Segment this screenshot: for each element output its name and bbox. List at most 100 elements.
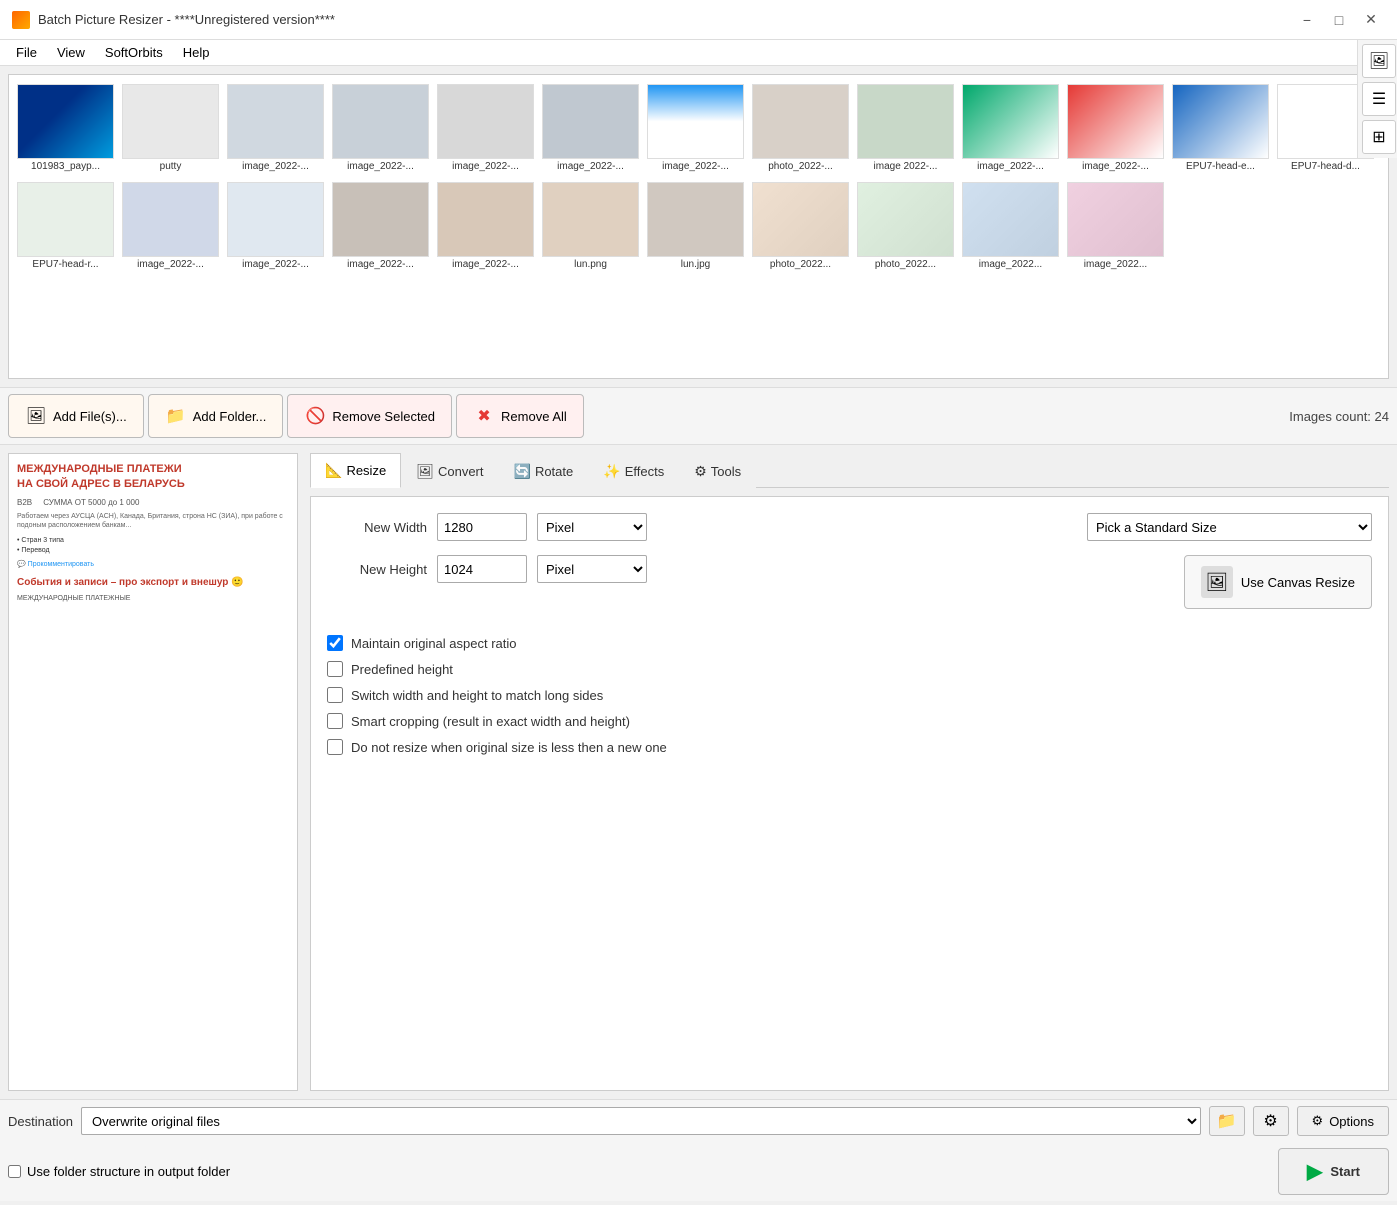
toolbar: 🖼 Add File(s)... 📁 Add Folder... 🚫 Remov… (0, 387, 1397, 445)
menu-help[interactable]: Help (175, 42, 218, 63)
tab-resize[interactable]: 📐 Resize (310, 453, 401, 488)
right-panel-list-btn[interactable]: ☰ (1362, 82, 1396, 116)
thumb-image-22 (962, 182, 1059, 257)
thumbnail-4[interactable]: image_2022-... (433, 79, 538, 177)
thumbnail-13[interactable]: EPU7-head-r... (13, 177, 118, 275)
thumb-image-20 (752, 182, 849, 257)
thumbnail-17[interactable]: image_2022-... (433, 177, 538, 275)
main-container: 101983_payp...puttyimage_2022-...image_2… (0, 66, 1397, 1201)
options-button[interactable]: ⚙ Options (1297, 1106, 1389, 1136)
thumbnail-5[interactable]: image_2022-... (538, 79, 643, 177)
remove-all-icon: ✖ (473, 405, 495, 427)
convert-tab-icon: 🖼 (416, 463, 434, 480)
remove-all-button[interactable]: ✖ Remove All (456, 394, 584, 438)
right-panel-images-btn[interactable]: 🖼 (1362, 44, 1396, 78)
switch-dimensions-checkbox[interactable] (327, 687, 343, 703)
left-fields: New Width Pixel Percent Inch New Height (327, 513, 647, 623)
thumbnail-16[interactable]: image_2022-... (328, 177, 433, 275)
destination-bar: Destination Overwrite original files Sav… (0, 1099, 1397, 1142)
start-button[interactable]: ▶ Start (1278, 1148, 1389, 1195)
thumbnail-14[interactable]: image_2022-... (118, 177, 223, 275)
thumbnail-8[interactable]: image 2022-... (853, 79, 958, 177)
add-files-icon: 🖼 (25, 405, 47, 427)
new-height-unit-select[interactable]: Pixel Percent Inch (537, 555, 647, 583)
thumb-label-22: image_2022... (962, 259, 1059, 270)
right-panel-table-btn[interactable]: ⊞ (1362, 120, 1396, 154)
canvas-resize-button[interactable]: 🖼 Use Canvas Resize (1184, 555, 1372, 609)
remove-selected-button[interactable]: 🚫 Remove Selected (287, 394, 452, 438)
thumb-image-13 (17, 182, 114, 257)
thumbnail-3[interactable]: image_2022-... (328, 79, 433, 177)
thumb-label-17: image_2022-... (437, 259, 534, 270)
tab-convert[interactable]: 🖼 Convert (401, 453, 498, 488)
title-bar-left: Batch Picture Resizer - ****Unregistered… (12, 11, 335, 29)
thumb-label-16: image_2022-... (332, 259, 429, 270)
new-width-input[interactable] (437, 513, 527, 541)
standard-size-select[interactable]: Pick a Standard Size (1087, 513, 1372, 541)
thumbnail-11[interactable]: EPU7-head-e... (1168, 79, 1273, 177)
effects-tab-icon: ✨ (603, 463, 620, 480)
destination-select[interactable]: Overwrite original files Save to output … (81, 1107, 1200, 1135)
thumbnail-6[interactable]: image_2022-... (643, 79, 748, 177)
close-button[interactable]: ✕ (1357, 6, 1385, 34)
thumb-image-19 (647, 182, 744, 257)
thumb-label-9: image_2022-... (962, 161, 1059, 172)
thumbnail-22[interactable]: image_2022... (958, 177, 1063, 275)
destination-label: Destination (8, 1114, 73, 1129)
tab-rotate[interactable]: 🔄 Rotate (499, 453, 589, 488)
thumb-image-7 (752, 84, 849, 159)
thumbnail-21[interactable]: photo_2022... (853, 177, 958, 275)
add-files-button[interactable]: 🖼 Add File(s)... (8, 394, 144, 438)
bottom-bar: Use folder structure in output folder ▶ … (0, 1142, 1397, 1201)
resize-settings: New Width Pixel Percent Inch New Height (310, 496, 1389, 1091)
thumb-label-15: image_2022-... (227, 259, 324, 270)
options-gear-button[interactable]: ⚙ (1253, 1106, 1289, 1136)
thumb-image-23 (1067, 182, 1164, 257)
menu-view[interactable]: View (49, 42, 93, 63)
maximize-button[interactable]: □ (1325, 6, 1353, 34)
thumb-image-6 (647, 84, 744, 159)
menu-softorbits[interactable]: SoftOrbits (97, 42, 171, 63)
thumbnail-10[interactable]: image_2022-... (1063, 79, 1168, 177)
no-resize-checkbox[interactable] (327, 739, 343, 755)
thumbnail-1[interactable]: putty (118, 79, 223, 177)
thumbnail-9[interactable]: image_2022-... (958, 79, 1063, 177)
thumbnail-19[interactable]: lun.jpg (643, 177, 748, 275)
thumb-label-5: image_2022-... (542, 161, 639, 172)
thumbnail-0[interactable]: 101983_payp... (13, 79, 118, 177)
right-fields: Pick a Standard Size 🖼 Use Canvas Resize (1087, 513, 1372, 623)
add-folder-button[interactable]: 📁 Add Folder... (148, 394, 284, 438)
thumb-label-12: EPU7-head-d... (1277, 161, 1374, 172)
minimize-button[interactable]: − (1293, 6, 1321, 34)
thumbnail-2[interactable]: image_2022-... (223, 79, 328, 177)
thumb-image-17 (437, 182, 534, 257)
thumb-label-18: lun.png (542, 259, 639, 270)
app-icon (12, 11, 30, 29)
maintain-aspect-checkbox[interactable] (327, 635, 343, 651)
thumb-label-7: photo_2022-... (752, 161, 849, 172)
thumb-image-2 (227, 84, 324, 159)
new-width-unit-select[interactable]: Pixel Percent Inch (537, 513, 647, 541)
tab-tools[interactable]: ⚙ Tools (679, 453, 756, 488)
thumbnail-18[interactable]: lun.png (538, 177, 643, 275)
image-grid[interactable]: 101983_payp...puttyimage_2022-...image_2… (8, 74, 1389, 379)
thumbnail-7[interactable]: photo_2022-... (748, 79, 853, 177)
thumb-image-16 (332, 182, 429, 257)
new-height-input[interactable] (437, 555, 527, 583)
thumbnail-15[interactable]: image_2022-... (223, 177, 328, 275)
thumbnail-20[interactable]: photo_2022... (748, 177, 853, 275)
destination-browse-button[interactable]: 📁 (1209, 1106, 1245, 1136)
preview-panel: МЕЖДУНАРОДНЫЕ ПЛАТЕЖИНА СВОЙ АДРЕС В БЕЛ… (8, 453, 298, 1091)
smart-crop-checkbox[interactable] (327, 713, 343, 729)
menu-file[interactable]: File (8, 42, 45, 63)
thumb-label-1: putty (122, 161, 219, 172)
thumb-label-10: image_2022-... (1067, 161, 1164, 172)
menu-bar: File View SoftOrbits Help (0, 40, 1397, 66)
predefined-height-checkbox[interactable] (327, 661, 343, 677)
tab-effects[interactable]: ✨ Effects (588, 453, 679, 488)
canvas-resize-icon: 🖼 (1201, 566, 1233, 598)
folder-structure-checkbox[interactable] (8, 1165, 21, 1178)
thumbnail-23[interactable]: image_2022... (1063, 177, 1168, 275)
thumb-label-8: image 2022-... (857, 161, 954, 172)
thumb-label-14: image_2022-... (122, 259, 219, 270)
